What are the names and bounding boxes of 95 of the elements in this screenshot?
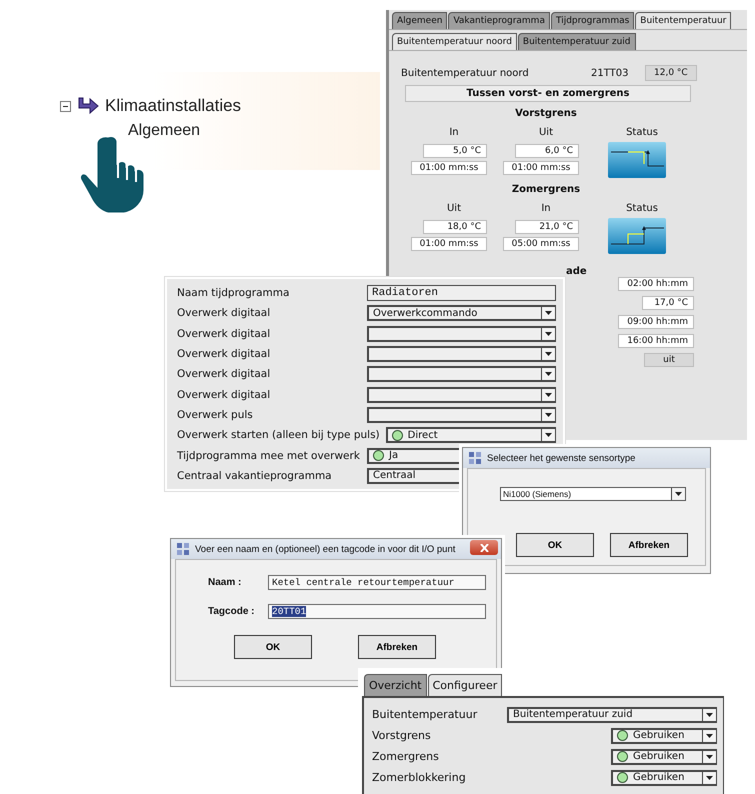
tree-item[interactable]: Klimaatinstallaties [105,96,242,116]
tab[interactable]: Tijdprogrammas [550,12,634,29]
field-label: Naam : [208,577,242,588]
dropdown[interactable]: Gebruiken [611,748,717,764]
tab[interactable]: Configureer [428,674,502,696]
temperature-value: 12,0 °C [645,65,697,81]
sensor-type-dropdown[interactable]: Ni1000 (Siemens) [500,487,686,501]
dropdown-arrow-icon [706,712,713,716]
app-icon [469,452,481,464]
value-field[interactable]: 02:00 hh:mm [618,277,694,291]
dropdown[interactable]: Gebruiken [611,770,717,786]
field-label: Overwerk puls [177,408,254,421]
collapse-icon[interactable] [60,100,71,112]
dropdown[interactable] [367,366,556,382]
close-button[interactable] [470,540,498,555]
dialog-title: Selecteer het gewenste sensortype [487,452,636,464]
dropdown[interactable]: Ja [367,448,460,464]
field-label: Naam tijdprogramma [177,287,290,300]
dropdown-arrow-icon [706,734,713,738]
dropdown[interactable] [367,346,556,362]
column-heading: In [541,203,551,214]
field-label: Centraal vakantieprogramma [177,470,333,482]
dropdown-arrow-icon [545,433,552,438]
field-label: Overwerk digitaal [177,307,272,320]
delay-field[interactable]: 01:00 mm:ss [411,237,487,251]
tab[interactable]: Buitentemperatuur zuid [518,33,636,50]
status-icon [608,218,666,254]
input-field[interactable]: 20TT01 [268,604,486,619]
dialog-button[interactable]: OK [516,533,594,557]
field-label: Overwerk digitaal [177,348,272,360]
tab[interactable]: Overzicht [364,674,427,696]
dropdown-arrow-icon [545,352,552,356]
column-heading: Status [626,127,658,138]
tab[interactable]: Vakantieprogramma [448,12,550,29]
close-icon [480,544,488,552]
tab[interactable]: Buitentemperatuur [635,12,732,29]
tag-code: 21TT03 [591,68,630,78]
dropdown-arrow-icon [706,754,713,758]
field-label: Zomergrens [372,750,440,763]
field-label: Buitentemperatuur [372,708,478,721]
delay-field[interactable]: 01:00 mm:ss [411,161,487,175]
dialog-button[interactable]: Afbreken [358,635,436,659]
turn-arrow-icon [76,96,100,116]
column-heading: Uit [538,127,554,138]
dropdown[interactable] [367,326,556,342]
field-label: Overwerk digitaal [177,388,272,401]
field-label: Tijdprogramma mee met overwerk [177,450,361,462]
dropdown-arrow-icon [545,412,552,417]
field-label: Vorstgrens [372,729,432,742]
dropdown[interactable]: Gebruiken [611,728,717,744]
name-field[interactable]: Radiatoren [367,285,556,302]
field-label: Tagcode : [208,606,256,617]
field-label: Overwerk digitaal [177,368,272,380]
dropdown[interactable]: Direct [386,427,556,444]
delay-field[interactable]: 01:00 mm:ss [503,161,579,175]
section-heading: ade [566,266,588,277]
dropdown-arrow-icon [545,372,552,376]
tab[interactable]: Buitentemperatuur noord [392,33,517,50]
section-heading: Zomergrens [510,184,582,195]
dropdown-arrow-icon [706,776,713,780]
temperature-field[interactable]: 6,0 °C [515,144,579,158]
toggle-button[interactable]: uit [644,353,694,367]
value-field[interactable]: 09:00 hh:mm [618,315,694,329]
dropdown-arrow-icon [545,332,552,336]
field-label: Overwerk digitaal [177,328,272,340]
app-icon [177,543,189,555]
dropdown[interactable]: Overwerkcommando [367,305,556,322]
dropdown-arrow-icon [545,311,552,316]
dialog-button[interactable]: Afbreken [610,533,688,557]
section-heading: Vorstgrens [514,108,578,119]
tab[interactable]: Algemeen [392,12,448,29]
dialog-title: Voer een naam en (optioneel) een tagcode in voor dit I/O punt [195,544,456,554]
tree-item[interactable]: Algemeen [128,122,200,140]
column-heading: Status [626,203,658,214]
dialog-button[interactable]: OK [234,635,312,659]
dropdown[interactable] [367,406,556,423]
column-heading: In [449,127,459,138]
dropdown-arrow-icon [545,392,552,397]
temperature-field[interactable]: 18,0 °C [423,220,487,234]
field-label: Overwerk starten (alleen bij type puls) [177,429,380,442]
state-bar: Tussen vorst- en zomergrens [405,85,691,102]
field-label: Zomerblokkering [372,771,467,784]
delay-field[interactable]: 05:00 mm:ss [503,237,579,251]
value-field[interactable]: 16:00 hh:mm [618,334,694,348]
input-field[interactable]: Ketel centrale retourtemperatuur [268,575,486,590]
dropdown[interactable] [367,386,556,403]
temperature-field[interactable]: 5,0 °C [423,144,487,158]
value-field[interactable]: 17,0 °C [642,296,694,310]
sensor-label: Buitentemperatuur noord [401,68,530,78]
status-icon [608,142,666,178]
dropdown[interactable]: Buitentemperatuur zuid [507,706,717,722]
column-heading: Uit [446,203,462,214]
temperature-field[interactable]: 21,0 °C [515,220,579,234]
dropdown-arrow-icon [675,492,682,496]
dropdown[interactable]: Centraal [367,468,460,484]
